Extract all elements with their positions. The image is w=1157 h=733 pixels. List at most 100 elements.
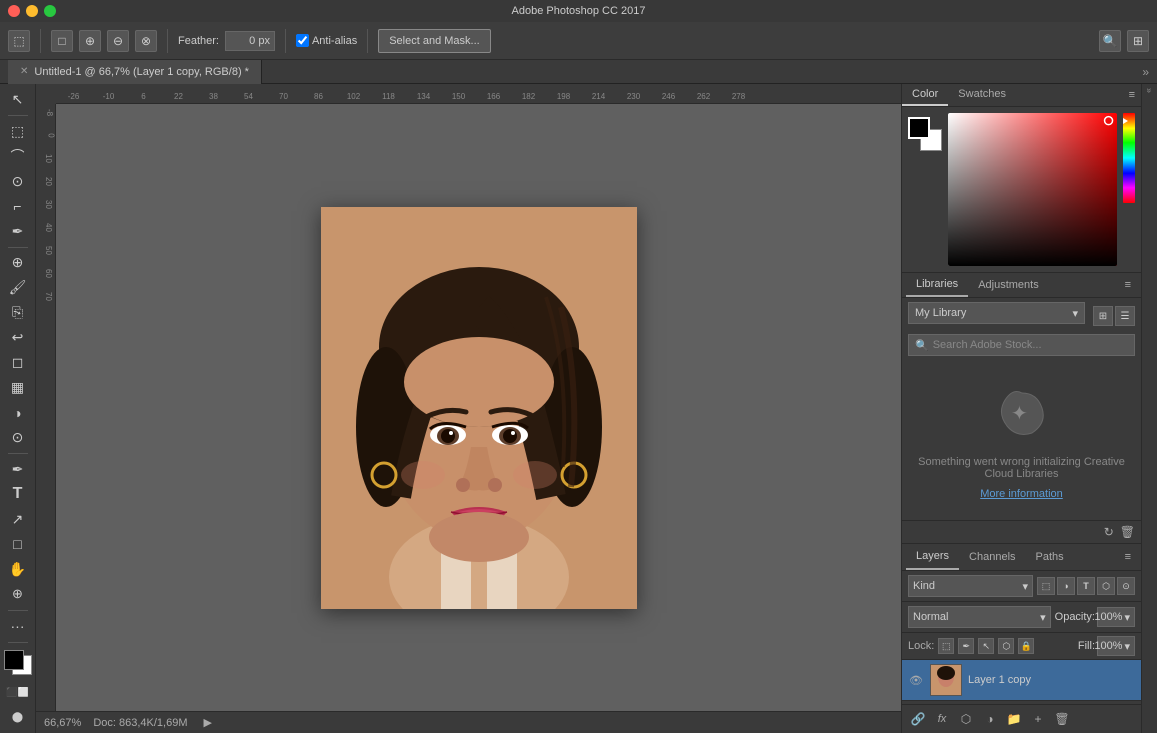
window-controls[interactable] <box>8 5 56 17</box>
tab-layers[interactable]: Layers <box>906 544 959 570</box>
tab-libraries[interactable]: Libraries <box>906 273 968 297</box>
lt-sep-1 <box>8 115 28 116</box>
add-mask-btn[interactable]: ⬡ <box>956 709 976 729</box>
extras-tool[interactable]: ··· <box>5 615 31 638</box>
quick-mask-mode[interactable]: ⬤ <box>5 706 31 729</box>
tabbar: ✕ Untitled-1 @ 66,7% (Layer 1 copy, RGB/… <box>0 60 1157 84</box>
lib-panel-menu-icon[interactable]: ≡ <box>1119 275 1137 295</box>
lock-artboard-icon[interactable]: ⬡ <box>998 638 1014 654</box>
layer-thumb-0 <box>930 664 962 696</box>
tabbar-expand-icon[interactable]: » <box>1142 65 1149 79</box>
anti-alias-checkbox[interactable]: Anti-alias <box>296 34 357 47</box>
toolbar-intersect-icon[interactable]: ⊗ <box>135 30 157 52</box>
toolbar-add-icon[interactable]: ⊕ <box>79 30 101 52</box>
color-swatches[interactable] <box>4 650 32 675</box>
foreground-color-swatch[interactable] <box>4 650 24 670</box>
anti-alias-check[interactable] <box>296 34 309 47</box>
search-icon-toolbar[interactable]: 🔍 <box>1099 30 1121 52</box>
move-tool[interactable]: ↖ <box>5 88 31 111</box>
new-layer-btn[interactable]: + <box>1028 709 1048 729</box>
quick-select-tool[interactable]: ⊙ <box>5 170 31 193</box>
toolbar-rect-icon[interactable]: □ <box>51 30 73 52</box>
filter-smart-icon[interactable]: ⊙ <box>1117 577 1135 595</box>
color-panel-menu-icon[interactable]: ≡ <box>1123 85 1141 105</box>
layer-item-0[interactable]: 👁 Layer 1 copy <box>902 660 1141 701</box>
dodge-tool[interactable]: ⊙ <box>5 426 31 449</box>
panel-expand-icon[interactable]: » <box>1145 88 1155 93</box>
tab-swatches[interactable]: Swatches <box>948 84 1016 106</box>
portrait-svg <box>321 207 637 609</box>
tab-channels[interactable]: Channels <box>959 545 1025 569</box>
add-adjustment-btn[interactable]: ◑ <box>980 709 1000 729</box>
ruler-corner <box>36 84 56 104</box>
tab-paths[interactable]: Paths <box>1026 545 1074 569</box>
lib-search-field[interactable]: 🔍 Search Adobe Stock... <box>908 334 1135 356</box>
eraser-tool[interactable]: ◻ <box>5 351 31 374</box>
eyedropper-tool[interactable]: ✒ <box>5 220 31 243</box>
fx-btn[interactable]: fx <box>932 709 952 729</box>
filter-shape-icon[interactable]: ⬡ <box>1097 577 1115 595</box>
main-area: ↖ ⬚ ⌒ ⊙ ⌐ ✒ ⊕ 🖌 ⎘ ↩ ◻ ▦ ◑ ⊙ ✒ T ↗ □ ✋ ⊕ … <box>0 84 1157 733</box>
select-mask-button[interactable]: Select and Mask... <box>378 29 491 53</box>
list-view-btn[interactable]: ☰ <box>1115 306 1135 326</box>
lock-position-icon[interactable]: ⬚ <box>938 638 954 654</box>
feather-input[interactable] <box>225 31 275 51</box>
link-layers-btn[interactable]: 🔗 <box>908 709 928 729</box>
marquee-tool[interactable]: ⬚ <box>5 120 31 143</box>
pen-tool[interactable]: ✒ <box>5 458 31 481</box>
lib-search-container: 🔍 Search Adobe Stock... <box>902 334 1141 368</box>
delete-layer-btn[interactable]: 🗑 <box>1052 709 1072 729</box>
add-group-btn[interactable]: 📁 <box>1004 709 1024 729</box>
opacity-input[interactable]: 100% ▾ <box>1097 607 1135 627</box>
layers-panel-menu-icon[interactable]: ≡ <box>1119 547 1137 567</box>
toolbar-tool-icon[interactable]: ⬚ <box>8 30 30 52</box>
lib-sync-icon[interactable]: ↻ <box>1104 525 1114 539</box>
lock-pixels-icon[interactable]: ✒ <box>958 638 974 654</box>
more-info-link[interactable]: More information <box>980 488 1063 500</box>
blend-mode-dropdown[interactable]: Normal ▾ <box>908 606 1051 628</box>
stamp-tool[interactable]: ⎘ <box>5 301 31 324</box>
lt-sep-5 <box>8 642 28 643</box>
lib-dropdown[interactable]: My Library ▾ <box>908 302 1085 324</box>
lasso-tool[interactable]: ⌒ <box>5 145 31 168</box>
canvas-image[interactable] <box>321 207 637 609</box>
grid-view-btn[interactable]: ⊞ <box>1093 306 1113 326</box>
lib-delete-icon[interactable]: 🗑 <box>1120 525 1135 539</box>
foreground-swatch[interactable] <box>908 117 930 139</box>
filter-adjust-icon[interactable]: ◑ <box>1057 577 1075 595</box>
blur-tool[interactable]: ◑ <box>5 401 31 424</box>
layers-blend-row: Normal ▾ Opacity: 100% ▾ <box>902 602 1141 633</box>
path-select-tool[interactable]: ↗ <box>5 508 31 531</box>
crop-tool[interactable]: ⌐ <box>5 195 31 218</box>
toolbar-separator-4 <box>367 29 368 53</box>
tab-adjustments[interactable]: Adjustments <box>968 274 1049 296</box>
brush-tool[interactable]: 🖌 <box>5 276 31 299</box>
fill-input[interactable]: 100% ▾ <box>1097 636 1135 656</box>
color-gradient[interactable] <box>948 113 1117 266</box>
type-tool[interactable]: T <box>5 483 31 506</box>
filter-type-icon[interactable]: T <box>1077 577 1095 595</box>
filter-pixel-icon[interactable]: ⬚ <box>1037 577 1055 595</box>
zoom-tool[interactable]: ⊕ <box>5 583 31 606</box>
lock-all-icon[interactable]: 🔒 <box>1018 638 1034 654</box>
minimize-button[interactable] <box>26 5 38 17</box>
gradient-tool[interactable]: ▦ <box>5 376 31 399</box>
toolbar-sub-icon[interactable]: ⊖ <box>107 30 129 52</box>
default-colors-icon[interactable]: ⬛⬜ <box>5 681 31 704</box>
hand-tool[interactable]: ✋ <box>5 558 31 581</box>
hue-bar[interactable] <box>1123 113 1135 203</box>
layer-vis-0[interactable]: 👁 <box>908 672 924 688</box>
kind-filter-dropdown[interactable]: Kind ▾ <box>908 575 1033 597</box>
workspace-icon[interactable]: ⊞ <box>1127 30 1149 52</box>
tab-color[interactable]: Color <box>902 84 948 106</box>
lock-move-icon[interactable]: ↖ <box>978 638 994 654</box>
tab-close-icon[interactable]: ✕ <box>20 66 28 77</box>
healing-tool[interactable]: ⊕ <box>5 251 31 274</box>
document-tab[interactable]: ✕ Untitled-1 @ 66,7% (Layer 1 copy, RGB/… <box>8 60 262 84</box>
shape-tool[interactable]: □ <box>5 533 31 556</box>
history-brush[interactable]: ↩ <box>5 326 31 349</box>
close-button[interactable] <box>8 5 20 17</box>
titlebar: Adobe Photoshop CC 2017 <box>0 0 1157 22</box>
maximize-button[interactable] <box>44 5 56 17</box>
status-arrow[interactable]: ▶ <box>203 716 211 729</box>
